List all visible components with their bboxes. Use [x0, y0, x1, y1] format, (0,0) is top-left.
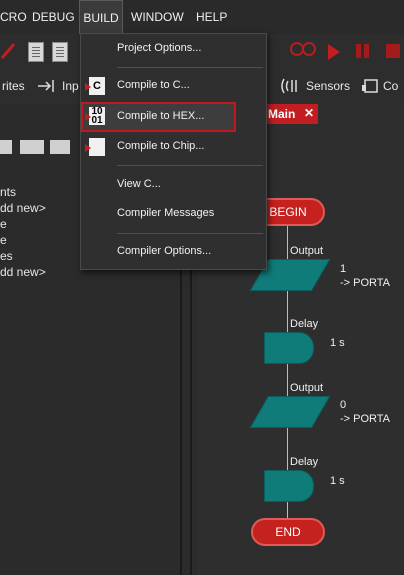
- menu-item-label: Compiler Options...: [117, 245, 212, 257]
- compile-hex-icon: 10 01: [85, 107, 105, 126]
- panel-toolbar: [0, 136, 80, 160]
- panel-tool-icon-2[interactable]: [20, 140, 44, 154]
- flow-output-label: Output: [290, 245, 324, 257]
- panel-tool-icon[interactable]: [0, 140, 12, 154]
- flow-delay-value: 1 s: [330, 337, 345, 349]
- tree-item[interactable]: e: [0, 233, 7, 247]
- menu-item-compile-to-chip[interactable]: Compile to Chip...: [81, 134, 266, 160]
- compile-c-icon: C: [85, 77, 105, 95]
- tree-item[interactable]: es: [0, 249, 13, 263]
- flow-delay-value: 1 s: [330, 475, 345, 487]
- toolbar-comms[interactable]: Co: [383, 79, 398, 93]
- hex-icon-bottom: 01: [91, 115, 103, 126]
- arrow-icon: [85, 144, 91, 152]
- arrow-icon: [85, 113, 91, 121]
- menu-separator: [117, 165, 263, 166]
- flow-output-target: -> PORTA: [340, 277, 391, 289]
- flow-delay-label: Delay: [290, 318, 319, 330]
- flow-end[interactable]: END: [251, 518, 325, 546]
- menu-build[interactable]: BUILD: [79, 0, 123, 34]
- toolbar-writes[interactable]: rites: [2, 79, 25, 93]
- tree-item-add-new[interactable]: dd new>: [0, 201, 46, 215]
- menu-item-compile-to-hex[interactable]: 10 01 Compile to HEX...: [81, 102, 236, 132]
- panel-tool-icon-3[interactable]: [50, 140, 70, 154]
- pause-icon[interactable]: [356, 44, 361, 58]
- document-icon[interactable]: [28, 42, 44, 62]
- menu-item-label: View C...: [117, 178, 161, 190]
- tree-item[interactable]: e: [0, 217, 7, 231]
- flow-output-target: -> PORTA: [340, 413, 391, 425]
- compile-chip-icon: [85, 138, 105, 156]
- stop-icon[interactable]: [386, 44, 400, 58]
- toolbar-sensors[interactable]: Sensors: [306, 79, 350, 93]
- flow-output-value: 1: [340, 263, 347, 275]
- ghost-icon[interactable]: [287, 40, 317, 62]
- close-icon[interactable]: ✕: [304, 106, 314, 120]
- tree-item-components[interactable]: nts: [0, 185, 16, 199]
- flow-delay-2[interactable]: [264, 470, 314, 502]
- menu-item-label: Compile to Chip...: [117, 140, 205, 152]
- arrow-icon: [85, 83, 91, 91]
- flow-output-label: Output: [290, 382, 324, 394]
- tab-main-label: Main: [268, 107, 296, 121]
- menu-item-project-options[interactable]: Project Options...: [81, 36, 266, 62]
- tree-item-add-new[interactable]: dd new>: [0, 265, 46, 279]
- menu-item-compiler-options[interactable]: Compiler Options...: [81, 239, 266, 265]
- pencil-icon[interactable]: [0, 40, 20, 62]
- menu-debug[interactable]: DEBUG: [32, 0, 75, 34]
- menu-item-compile-to-c[interactable]: C Compile to C...: [81, 73, 266, 99]
- input-icon: [38, 80, 54, 92]
- menu-help[interactable]: HELP: [196, 0, 227, 34]
- menu-item-label: Compile to C...: [117, 79, 190, 91]
- toolbar-input[interactable]: Inp: [62, 79, 79, 93]
- menu-macro[interactable]: CRO: [0, 0, 27, 34]
- menu-window[interactable]: WINDOW: [131, 0, 184, 34]
- menu-separator: [117, 67, 263, 68]
- component-icon: [362, 79, 378, 93]
- menu-item-label: Compile to HEX...: [117, 110, 205, 122]
- flow-delay-label: Delay: [290, 456, 319, 468]
- pause-icon-b: [364, 44, 369, 58]
- run-icon[interactable]: [328, 44, 340, 60]
- menu-bar: CRO DEBUG BUILD WINDOW HELP: [0, 0, 404, 35]
- menu-item-view-c[interactable]: View C...: [81, 172, 266, 198]
- flow-output-value: 0: [340, 399, 347, 411]
- flow-delay-1[interactable]: [264, 332, 314, 364]
- compile-c-icon-text: C: [93, 80, 101, 92]
- project-explorer-panel: [0, 104, 80, 575]
- menu-separator: [117, 233, 263, 234]
- build-menu: Project Options... C Compile to C... 10 …: [80, 33, 267, 270]
- menu-item-compiler-messages[interactable]: Compiler Messages: [81, 201, 266, 227]
- document-copy-icon[interactable]: [52, 42, 68, 62]
- menu-item-label: Compiler Messages: [117, 207, 215, 219]
- tab-main[interactable]: Main ✕: [262, 104, 318, 124]
- menu-item-label: Project Options...: [117, 42, 202, 54]
- sensor-icon: [281, 78, 297, 94]
